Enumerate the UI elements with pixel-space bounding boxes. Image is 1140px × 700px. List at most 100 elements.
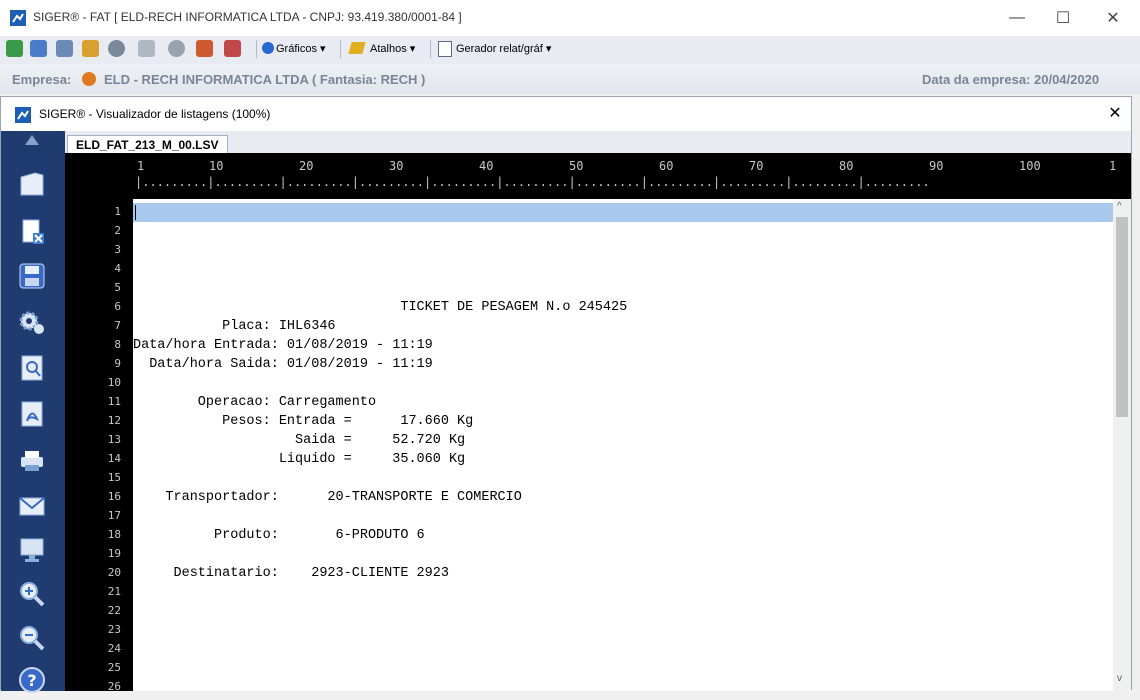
line-number: 15	[107, 471, 121, 484]
open-folder-icon[interactable]	[17, 169, 47, 199]
settings-icon[interactable]	[108, 40, 125, 57]
text-caret	[135, 205, 136, 220]
scrollbar-thumb[interactable]	[1116, 217, 1128, 417]
ruler-number: 70	[749, 159, 764, 173]
mail-icon[interactable]	[138, 40, 155, 57]
line-number: 26	[107, 680, 121, 693]
document-line: TICKET DE PESAGEM N.o 245425	[133, 300, 628, 315]
toolbar-separator	[256, 40, 257, 58]
collapse-icon[interactable]	[25, 135, 39, 145]
line-number: 3	[114, 243, 121, 256]
tree-icon[interactable]	[82, 40, 99, 57]
current-line-highlight	[133, 203, 1113, 222]
vertical-scrollbar[interactable]: ^ v	[1113, 199, 1131, 691]
help-icon[interactable]: ?	[17, 665, 47, 695]
document-line: Produto: 6-PRODUTO 6	[133, 528, 425, 543]
document-line: Transportador: 20-TRANSPORTE E COMERCIO	[133, 490, 522, 505]
ruler-number: 1	[1109, 159, 1117, 173]
line-number: 11	[107, 395, 121, 408]
chat-icon[interactable]	[168, 40, 185, 57]
save-icon[interactable]	[17, 261, 47, 291]
zoom-in-icon[interactable]	[17, 579, 47, 609]
siger-app-icon	[15, 107, 31, 123]
viewer-title-bar: SIGER® - Visualizador de listagens (100%…	[1, 97, 1131, 131]
document-line: Liquido = 35.060 Kg	[133, 452, 466, 467]
company-date: Data da empresa: 20/04/2020	[922, 72, 1100, 87]
ruler-number: 50	[569, 159, 584, 173]
line-number: 20	[107, 566, 121, 579]
line-number: 14	[107, 452, 121, 465]
scroll-down-icon[interactable]: v	[1117, 673, 1122, 684]
monitor-icon[interactable]	[17, 535, 47, 565]
preview-icon[interactable]	[17, 353, 47, 383]
line-number: 18	[107, 528, 121, 541]
document-line: Data/hora Entrada: 01/08/2019 - 11:19	[133, 338, 433, 353]
minimize-button[interactable]: —	[994, 0, 1040, 36]
ruler-number: 100	[1019, 159, 1041, 173]
line-number: 22	[107, 604, 121, 617]
report-icon	[438, 41, 452, 57]
document-area[interactable]: TICKET DE PESAGEM N.o 245425 Placa: IHL6…	[133, 199, 1113, 691]
help-topics-icon[interactable]	[56, 40, 73, 57]
line-number: 13	[107, 433, 121, 446]
ruler-ticks: |.........|.........|.........|.........…	[135, 175, 930, 189]
maximize-button[interactable]: ☐	[1040, 0, 1086, 36]
print-icon[interactable]	[224, 40, 241, 57]
graficos-menu[interactable]: Gráficos ▾	[276, 42, 326, 55]
line-number: 9	[114, 357, 121, 370]
main-title-bar: SIGER® - FAT [ ELD-RECH INFORMATICA LTDA…	[0, 0, 1140, 36]
document-line: Destinatario: 2923-CLIENTE 2923	[133, 566, 449, 581]
viewer-close-button[interactable]: ✕	[1101, 103, 1129, 125]
listing-viewer-window: SIGER® - Visualizador de listagens (100%…	[0, 96, 1132, 693]
line-number: 25	[107, 661, 121, 674]
settings-gears-icon[interactable]	[17, 307, 47, 337]
pdf-icon[interactable]	[17, 399, 47, 429]
tab-strip: ELD_FAT_213_M_00.LSV	[65, 131, 1131, 154]
company-label: Empresa:	[12, 72, 72, 87]
atalhos-menu[interactable]: Atalhos ▾	[370, 42, 415, 55]
zoom-out-icon[interactable]	[17, 623, 47, 653]
line-number: 19	[107, 547, 121, 560]
line-number: 17	[107, 509, 121, 522]
email-icon[interactable]	[17, 491, 47, 521]
ruler-number: 20	[299, 159, 314, 173]
line-number: 5	[114, 281, 121, 294]
gerador-menu[interactable]: Gerador relat/gráf ▾	[456, 42, 551, 55]
ruler-number: 90	[929, 159, 944, 173]
main-window-title: SIGER® - FAT [ ELD-RECH INFORMATICA LTDA…	[33, 10, 462, 24]
viewer-sidebar: ?	[1, 131, 65, 693]
ruler-number: 40	[479, 159, 494, 173]
line-number: 10	[107, 376, 121, 389]
company-logo-icon	[82, 72, 96, 86]
toolbar-separator	[430, 40, 431, 58]
tab-listing-file[interactable]: ELD_FAT_213_M_00.LSV	[67, 135, 228, 154]
column-ruler: 1 10 20 30 40 50 60 70 80 90 100 1 |....…	[65, 153, 1131, 199]
line-number: 21	[107, 585, 121, 598]
line-number: 23	[107, 623, 121, 636]
document-line: Placa: IHL6346	[133, 319, 336, 334]
ruler-number: 30	[389, 159, 404, 173]
printer-icon[interactable]	[17, 445, 47, 475]
document-line: Pesos: Entrada = 17.660 Kg	[133, 414, 474, 429]
viewer-title: SIGER® - Visualizador de listagens (100%…	[39, 107, 271, 121]
document-line: Operacao: Carregamento	[133, 395, 377, 410]
delete-file-icon[interactable]	[17, 217, 47, 247]
ruler-number: 10	[209, 159, 224, 173]
line-number: 8	[114, 338, 121, 351]
line-number: 6	[114, 300, 121, 313]
close-button[interactable]: ✕	[1090, 0, 1136, 36]
line-number-gutter: 1 2 3 4 5 6 7 8 9 10 11 12 13 14 15 16 17 18 19 20 21 22 23 24 2…	[65, 199, 133, 693]
line-number: 1	[114, 205, 121, 218]
scroll-up-icon[interactable]: ^	[1117, 201, 1122, 212]
graficos-icon	[262, 42, 274, 54]
ruler-number: 60	[659, 159, 674, 173]
calculator-icon[interactable]	[30, 40, 47, 57]
line-number: 12	[107, 414, 121, 427]
line-number: 2	[114, 224, 121, 237]
ruler-number: 80	[839, 159, 854, 173]
line-number: 16	[107, 490, 121, 503]
exit-icon[interactable]	[6, 40, 23, 57]
users-icon[interactable]	[196, 40, 213, 57]
document-line: Data/hora Saida: 01/08/2019 - 11:19	[133, 357, 433, 372]
document-line: Saida = 52.720 Kg	[133, 433, 466, 448]
